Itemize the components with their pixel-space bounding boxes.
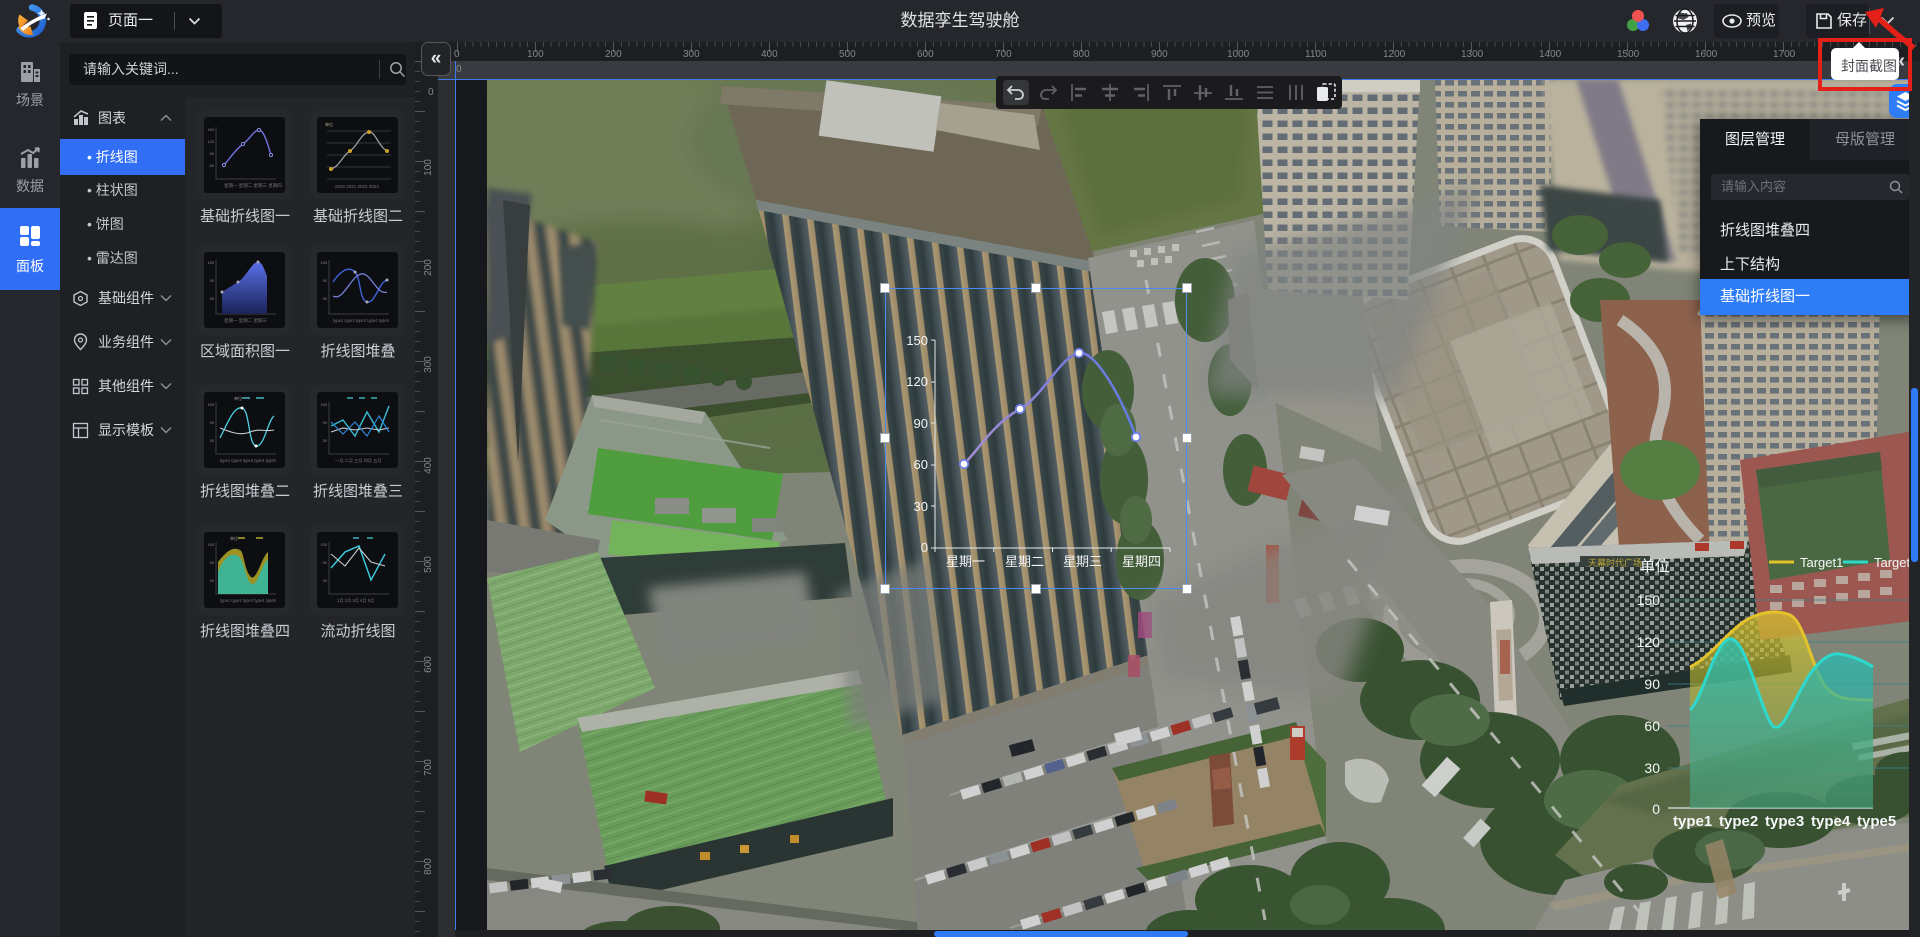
svg-text:type2: type2 <box>1719 813 1758 830</box>
svg-text:type3: type3 <box>1765 813 1804 830</box>
svg-text:星期三: 星期三 <box>1063 554 1102 569</box>
svg-text:30: 30 <box>323 578 328 583</box>
svg-text:星期四: 星期四 <box>1122 554 1161 569</box>
svg-text:Target1: Target1 <box>1800 555 1843 570</box>
svg-text:150: 150 <box>320 260 327 265</box>
svg-text:type1: type1 <box>1673 813 1712 830</box>
svg-text:type1 type2 type3 type4 type5: type1 type2 type3 type4 type5 <box>333 318 390 323</box>
svg-text:30: 30 <box>1644 760 1660 776</box>
svg-text:90: 90 <box>323 420 328 425</box>
svg-text:30: 30 <box>210 438 215 443</box>
svg-text:150: 150 <box>207 127 214 132</box>
svg-text:90: 90 <box>210 151 215 156</box>
svg-text:90: 90 <box>210 420 215 425</box>
svg-text:90: 90 <box>323 278 328 283</box>
svg-text:60: 60 <box>914 457 928 472</box>
svg-text:0: 0 <box>921 540 928 555</box>
svg-text:150: 150 <box>320 402 327 407</box>
svg-text:90: 90 <box>914 416 928 431</box>
svg-text:30: 30 <box>210 578 215 583</box>
svg-text:type1 type2 type3 type4 type5: type1 type2 type3 type4 type5 <box>220 598 277 603</box>
svg-text:单位: 单位 <box>234 395 242 401</box>
svg-text:1月 2月 3月 4月 5月: 1月 2月 3月 4月 5月 <box>337 598 374 604</box>
svg-text:150: 150 <box>207 542 214 547</box>
svg-text:150: 150 <box>320 542 327 547</box>
svg-text:type5: type5 <box>1857 813 1896 830</box>
svg-text:90: 90 <box>210 560 215 565</box>
svg-text:120: 120 <box>1637 634 1661 650</box>
svg-text:60: 60 <box>1644 718 1660 734</box>
svg-text:30: 30 <box>323 438 328 443</box>
svg-text:60: 60 <box>210 163 215 168</box>
svg-text:type4: type4 <box>1811 813 1851 830</box>
svg-text:单位: 单位 <box>325 121 333 127</box>
svg-text:30: 30 <box>323 296 328 301</box>
svg-text:0: 0 <box>1652 801 1660 817</box>
svg-text:单位: 单位 <box>1640 558 1670 575</box>
svg-text:一月 二月 三月 四月 五月: 一月 二月 三月 四月 五月 <box>335 458 382 464</box>
svg-text:90: 90 <box>323 560 328 565</box>
svg-text:90: 90 <box>210 278 215 283</box>
svg-text:150: 150 <box>906 333 928 348</box>
svg-text:type1 type2 type3 type4 type5: type1 type2 type3 type4 type5 <box>220 458 277 463</box>
svg-text:30: 30 <box>914 499 928 514</box>
svg-text:星期一: 星期一 <box>946 554 985 569</box>
svg-text:单位: 单位 <box>230 535 238 541</box>
svg-text:120: 120 <box>906 374 928 389</box>
svg-text:150: 150 <box>207 260 214 265</box>
svg-text:150: 150 <box>207 402 214 407</box>
svg-text:星期二: 星期二 <box>1005 554 1044 569</box>
svg-text:2020 2021 2022 2023: 2020 2021 2022 2023 <box>335 184 379 189</box>
svg-text:120: 120 <box>207 139 214 144</box>
svg-text:90: 90 <box>1644 676 1660 692</box>
svg-text:星期一 星期二 星期三: 星期一 星期二 星期三 <box>224 318 267 324</box>
svg-text:150: 150 <box>1637 592 1661 608</box>
svg-text:30: 30 <box>210 296 215 301</box>
svg-text:星期一 星期二 星期三 星期四: 星期一 星期二 星期三 星期四 <box>224 183 282 189</box>
